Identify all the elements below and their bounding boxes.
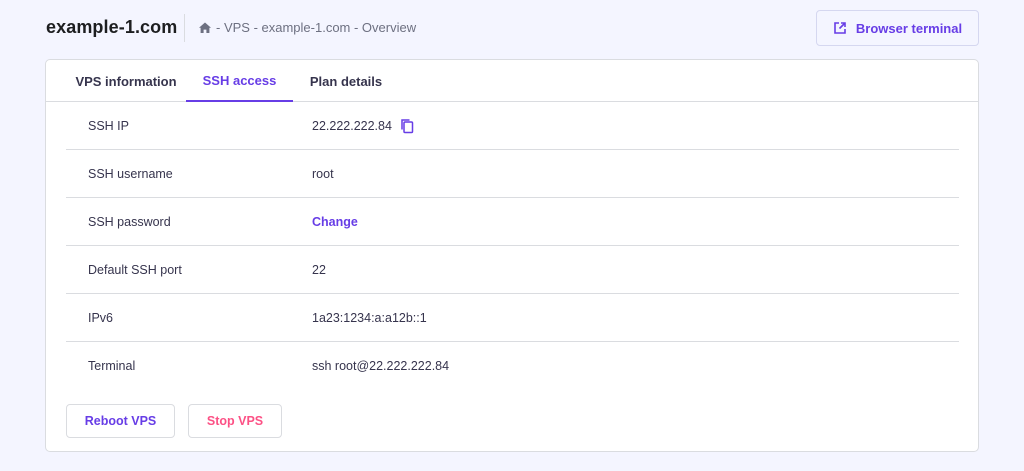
- ssh-username-label: SSH username: [88, 166, 173, 181]
- tab-plan-details[interactable]: Plan details: [297, 60, 395, 102]
- home-icon[interactable]: [198, 21, 212, 35]
- copy-icon[interactable]: [400, 118, 414, 134]
- ssh-port-row: Default SSH port 22: [66, 246, 959, 294]
- breadcrumb-text: - VPS - example-1.com - Overview: [216, 20, 417, 35]
- ssh-access-card: VPS information SSH access Plan details …: [45, 59, 979, 452]
- ssh-ip-value-wrap: 22.222.222.84: [312, 118, 414, 134]
- browser-terminal-button[interactable]: Browser terminal: [816, 10, 979, 46]
- ssh-password-label: SSH password: [88, 214, 171, 229]
- ssh-password-row: SSH password Change: [66, 198, 959, 246]
- ssh-ip-label: SSH IP: [88, 118, 129, 133]
- ssh-ip-value: 22.222.222.84: [312, 118, 392, 133]
- tab-ssh-access[interactable]: SSH access: [186, 60, 293, 102]
- ssh-port-label: Default SSH port: [88, 262, 182, 277]
- ipv6-label: IPv6: [88, 310, 114, 325]
- reboot-vps-button[interactable]: Reboot VPS: [66, 404, 175, 438]
- tab-bar: VPS information SSH access Plan details: [46, 60, 978, 102]
- ssh-ip-row: SSH IP 22.222.222.84: [66, 102, 959, 150]
- tab-vps-information[interactable]: VPS information: [56, 60, 196, 102]
- ssh-username-row: SSH username root: [66, 150, 959, 198]
- ipv6-value: 1a23:1234:a:a12b::1: [312, 310, 427, 325]
- browser-terminal-label: Browser terminal: [855, 20, 963, 36]
- terminal-row: Terminal ssh root@22.222.222.84: [66, 342, 959, 390]
- external-link-icon: [833, 21, 847, 35]
- ssh-port-value: 22: [312, 262, 326, 277]
- ipv6-row: IPv6 1a23:1234:a:a12b::1: [66, 294, 959, 342]
- terminal-command-value: ssh root@22.222.222.84: [312, 359, 450, 373]
- stop-vps-button[interactable]: Stop VPS: [188, 404, 282, 438]
- breadcrumb: - VPS - example-1.com - Overview: [198, 20, 416, 35]
- ssh-details-list: SSH IP 22.222.222.84 SSH username root S…: [66, 102, 959, 390]
- page-title: example-1.com: [46, 17, 178, 37]
- page-header: example-1.com - VPS - example-1.com - Ov…: [0, 0, 1024, 58]
- change-password-link[interactable]: Change: [312, 215, 358, 229]
- header-divider: [184, 14, 185, 42]
- terminal-label: Terminal: [88, 359, 136, 373]
- ssh-username-value: root: [312, 166, 334, 181]
